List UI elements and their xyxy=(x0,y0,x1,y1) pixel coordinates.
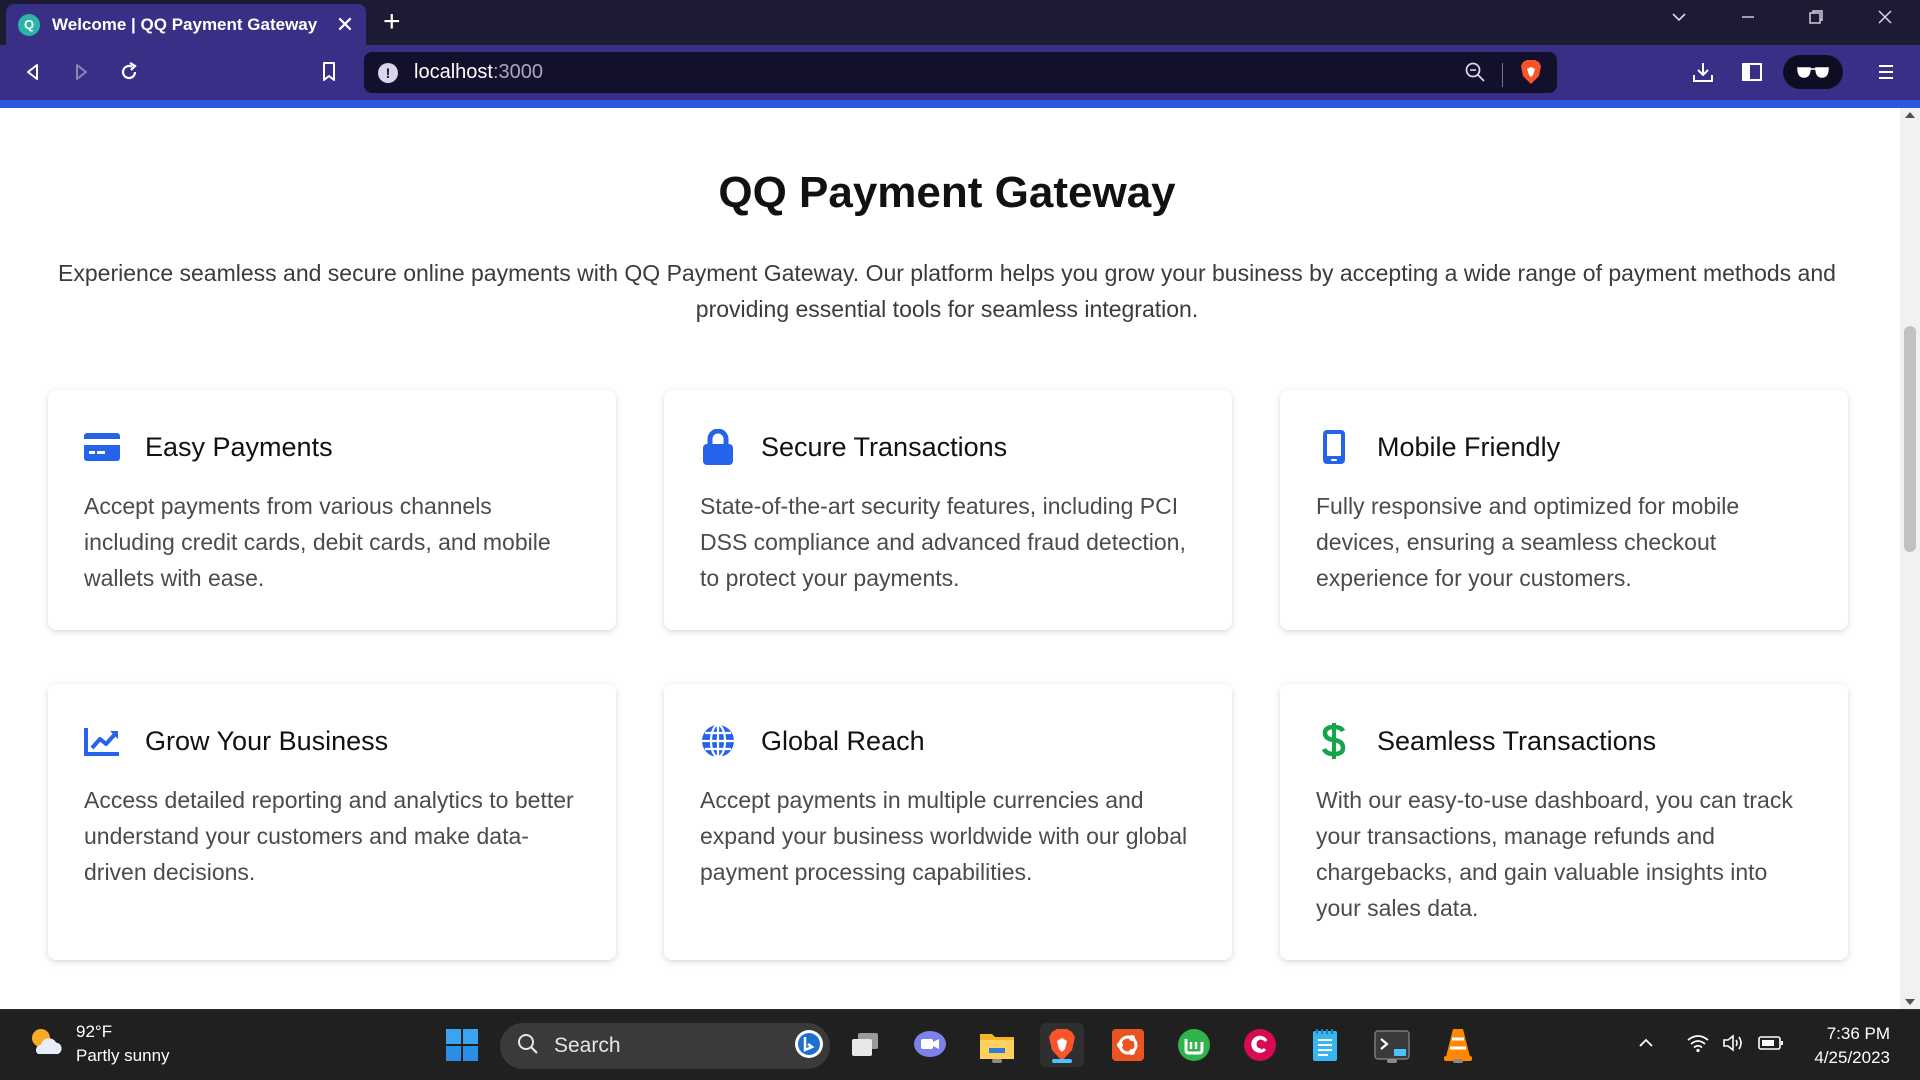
feature-card-secure-transactions: Secure Transactions State-of-the-art sec… xyxy=(664,390,1232,630)
downloads-icon[interactable] xyxy=(1686,55,1720,89)
feature-title: Secure Transactions xyxy=(761,431,1008,462)
ubuntu-icon[interactable] xyxy=(1106,1023,1150,1067)
scroll-down-arrow-icon[interactable] xyxy=(1905,999,1915,1005)
task-view-icon[interactable] xyxy=(843,1023,887,1067)
feature-description: Accept payments from various channels in… xyxy=(84,493,551,591)
site-favicon-icon: Q xyxy=(18,13,40,36)
brave-shields-icon[interactable] xyxy=(1519,59,1543,90)
trending-chart-icon xyxy=(84,723,120,759)
notepad-icon[interactable] xyxy=(1303,1023,1347,1067)
site-info-icon[interactable]: ! xyxy=(378,62,398,83)
favicon-letter: Q xyxy=(23,17,35,32)
tab-close-icon[interactable]: ✕ xyxy=(334,13,356,36)
app-running-indicator xyxy=(1453,1059,1463,1063)
terminal-icon[interactable] xyxy=(1370,1023,1414,1067)
feature-card-mobile-friendly: Mobile Friendly Fully responsive and opt… xyxy=(1280,390,1848,630)
debian-icon[interactable] xyxy=(1238,1023,1282,1067)
url-host: localhost xyxy=(414,61,493,83)
weather-temperature: 92°F xyxy=(76,1022,113,1041)
feature-description: Access detailed reporting and analytics … xyxy=(84,787,574,885)
tab-search-chevron-icon[interactable] xyxy=(1664,8,1694,31)
address-bar[interactable]: ! localhost:3000 xyxy=(364,52,1557,93)
weather-widget[interactable]: 92°F Partly sunny xyxy=(26,1020,170,1068)
feature-description: With our easy-to-use dashboard, you can … xyxy=(1316,787,1793,921)
mobile-phone-icon xyxy=(1316,429,1352,465)
dollar-sign-icon xyxy=(1316,723,1352,759)
linux-mint-icon[interactable] xyxy=(1172,1023,1216,1067)
chevron-up-icon[interactable] xyxy=(1636,1033,1666,1058)
windows-taskbar: 92°F Partly sunny Search 7:36 PM 4/25/20… xyxy=(0,1009,1920,1080)
feature-description: Fully responsive and optimized for mobil… xyxy=(1316,493,1740,591)
close-window-icon[interactable] xyxy=(1870,8,1900,31)
url-port: :3000 xyxy=(492,61,543,83)
globe-icon xyxy=(700,723,736,759)
volume-icon[interactable] xyxy=(1722,1033,1758,1058)
windows-start-icon[interactable] xyxy=(440,1023,484,1067)
feature-card-easy-payments: Easy Payments Accept payments from vario… xyxy=(48,390,616,630)
weather-description: Partly sunny xyxy=(76,1046,170,1065)
browser-tab-bar: Q Welcome | QQ Payment Gateway ✕ + xyxy=(0,0,1920,45)
bing-chat-icon[interactable] xyxy=(794,1029,824,1064)
feature-description: Accept payments in multiple currencies a… xyxy=(700,787,1188,885)
bookmark-icon[interactable] xyxy=(312,55,346,89)
brave-browser-icon[interactable] xyxy=(1040,1023,1084,1067)
search-icon xyxy=(516,1032,540,1061)
browser-toolbar: ! localhost:3000 xyxy=(0,45,1920,100)
feature-title: Mobile Friendly xyxy=(1377,431,1561,462)
feature-card-global-reach: Global Reach Accept payments in multiple… xyxy=(664,684,1232,960)
back-arrow-icon[interactable] xyxy=(16,55,50,89)
feature-title: Easy Payments xyxy=(145,431,333,462)
feature-title: Grow Your Business xyxy=(145,725,389,756)
new-tab-button[interactable]: + xyxy=(383,7,401,37)
minimize-window-icon[interactable] xyxy=(1733,8,1763,31)
file-explorer-icon[interactable] xyxy=(975,1023,1019,1067)
clock-date: 4/25/2023 xyxy=(1814,1048,1890,1067)
feature-description: State-of-the-art security features, incl… xyxy=(700,493,1186,591)
scroll-up-arrow-icon[interactable] xyxy=(1905,112,1915,118)
feature-title: Seamless Transactions xyxy=(1377,725,1657,756)
system-tray xyxy=(1636,1010,1794,1080)
taskbar-search-box[interactable]: Search xyxy=(500,1023,830,1069)
page-subtitle: Experience seamless and secure online pa… xyxy=(58,260,1836,322)
browser-tab-active[interactable]: Q Welcome | QQ Payment Gateway ✕ xyxy=(6,4,366,45)
reload-icon[interactable] xyxy=(112,55,146,89)
page-scrollbar[interactable] xyxy=(1900,108,1920,1009)
credit-card-icon xyxy=(84,429,120,465)
main-menu-icon[interactable] xyxy=(1869,55,1903,89)
search-placeholder: Search xyxy=(554,1034,621,1057)
app-running-indicator xyxy=(1387,1059,1397,1063)
clock-time: 7:36 PM xyxy=(1826,1024,1890,1043)
partly-sunny-icon xyxy=(26,1024,64,1065)
private-glasses-icon[interactable] xyxy=(1783,55,1843,89)
forward-arrow-icon[interactable] xyxy=(64,55,98,89)
scrollbar-thumb[interactable] xyxy=(1904,326,1916,552)
address-bar-divider xyxy=(1502,62,1503,87)
system-clock[interactable]: 7:36 PM 4/25/2023 xyxy=(1814,1022,1890,1070)
web-page: QQ Payment Gateway Experience seamless a… xyxy=(0,108,1900,1009)
feature-card-seamless-transactions: Seamless Transactions With our easy-to-u… xyxy=(1280,684,1848,960)
page-header-accent-bar xyxy=(0,100,1920,108)
page-title: QQ Payment Gateway xyxy=(718,168,1176,217)
teams-chat-icon[interactable] xyxy=(908,1023,952,1067)
app-active-indicator xyxy=(1052,1059,1072,1063)
tab-title: Welcome | QQ Payment Gateway xyxy=(52,14,318,34)
app-running-indicator xyxy=(992,1059,1002,1063)
feature-card-grow-your-business: Grow Your Business Access detailed repor… xyxy=(48,684,616,960)
lock-icon xyxy=(700,429,736,465)
restore-window-icon[interactable] xyxy=(1801,8,1831,31)
wifi-icon[interactable] xyxy=(1686,1033,1722,1058)
zoom-icon[interactable] xyxy=(1464,61,1486,88)
vlc-icon[interactable] xyxy=(1436,1023,1480,1067)
feature-title: Global Reach xyxy=(761,725,925,756)
battery-icon[interactable] xyxy=(1758,1035,1794,1056)
sidebar-toggle-icon[interactable] xyxy=(1735,55,1769,89)
